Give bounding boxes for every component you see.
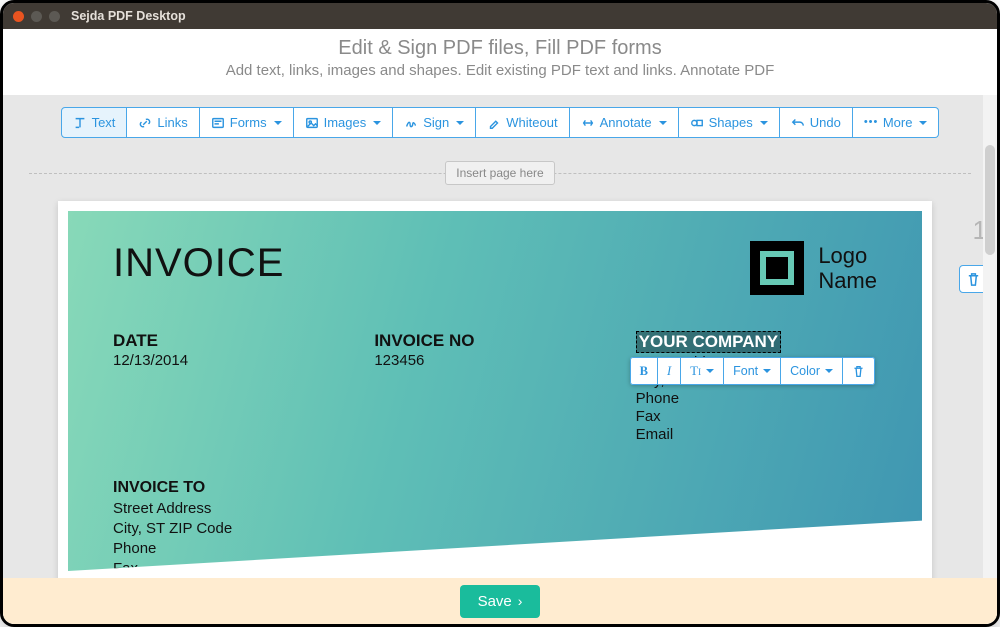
sign-tool-button[interactable]: Sign [393,107,476,138]
logo-block[interactable]: Logo Name [750,241,877,295]
chevron-down-icon [659,121,667,125]
save-button[interactable]: Save › [460,585,541,618]
scrollbar-thumb[interactable] [985,145,995,255]
logo-text: Logo Name [818,243,877,294]
page-subtitle: Add text, links, images and shapes. Edit… [3,62,997,79]
window-close-button[interactable] [13,11,24,22]
window-maximize-button[interactable] [49,11,60,22]
chevron-down-icon [825,369,833,373]
doc-title[interactable]: INVOICE [113,241,284,286]
save-bar: Save › [3,578,997,624]
annotate-icon [581,116,595,130]
font-button[interactable]: Font [724,357,781,385]
annotate-tool-button[interactable]: Annotate [570,107,679,138]
undo-icon [791,116,805,130]
text-size-button[interactable]: TI [681,357,724,385]
chevron-down-icon [763,369,771,373]
whiteout-icon [487,116,501,130]
window-title: Sejda PDF Desktop [71,9,186,23]
link-icon [138,116,152,130]
scrollbar[interactable] [983,95,997,578]
date-block[interactable]: DATE 12/13/2014 [113,331,354,443]
chevron-down-icon [919,121,927,125]
page-title: Edit & Sign PDF files, Fill PDF forms [3,37,997,60]
forms-tool-button[interactable]: Forms [200,107,294,138]
window-titlebar: Sejda PDF Desktop [3,3,997,29]
trash-icon [852,365,865,378]
page-header: Edit & Sign PDF files, Fill PDF forms Ad… [3,29,997,95]
chevron-down-icon [706,369,714,373]
sign-icon [404,116,418,130]
chevron-down-icon [760,121,768,125]
bold-button[interactable]: B [630,357,658,385]
pdf-page[interactable]: INVOICE Logo Name DATE [58,201,932,624]
logo-mark-icon [750,241,804,295]
text-icon [73,116,87,130]
chevron-right-icon: › [518,593,523,609]
more-tool-button[interactable]: ••• More [853,107,940,138]
trash-icon [966,272,981,287]
images-tool-button[interactable]: Images [294,107,394,138]
chevron-down-icon [456,121,464,125]
insert-page-button[interactable]: Insert page here [445,161,554,185]
more-icon: ••• [864,116,878,130]
color-button[interactable]: Color [781,357,843,385]
delete-text-button[interactable] [843,357,875,385]
text-tool-button[interactable]: Text [61,107,128,138]
chevron-down-icon [373,121,381,125]
links-tool-button[interactable]: Links [127,107,199,138]
shapes-icon [690,116,704,130]
italic-button[interactable]: I [658,357,681,385]
company-block[interactable]: YOUR COMPANY Street Address City, ST ZIP… [636,331,877,443]
window-minimize-button[interactable] [31,11,42,22]
main-toolbar: Text Links Forms Images [3,107,997,138]
invoice-no-block[interactable]: INVOICE NO 123456 [374,331,615,443]
chevron-down-icon [274,121,282,125]
image-icon [305,116,319,130]
forms-icon [211,116,225,130]
undo-button[interactable]: Undo [780,107,853,138]
company-name-selected[interactable]: YOUR COMPANY [636,331,781,353]
whiteout-tool-button[interactable]: Whiteout [476,107,569,138]
text-format-toolbar: B I TI Font [630,357,875,385]
shapes-tool-button[interactable]: Shapes [679,107,780,138]
